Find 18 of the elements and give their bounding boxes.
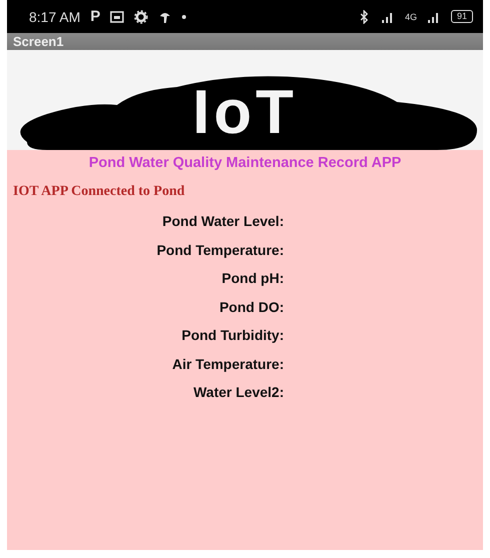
status-time: 8:17 AM — [29, 8, 80, 24]
app-heading: Pond Water Quality Maintenance Record APP — [88, 155, 402, 171]
network-type: 4G — [404, 12, 417, 22]
connection-status: IOT APP Connected to Pond — [13, 184, 185, 200]
reading-label: Pond DO: — [219, 298, 284, 316]
battery-level: 91 — [450, 10, 473, 23]
dot-icon — [182, 14, 186, 18]
reading-label: Pond Temperature: — [156, 240, 284, 260]
reading-label: Water Level2: — [193, 383, 284, 402]
logo-text: IoT — [192, 82, 298, 144]
reading-label: Pond Turbidity: — [182, 326, 284, 345]
app-letter: P — [90, 8, 100, 25]
gear-icon — [134, 10, 148, 24]
reading-label: Air Temperature: — [172, 354, 284, 374]
reading-label: Pond pH: — [222, 269, 284, 288]
screen-title: Screen1 — [7, 33, 483, 50]
reading-label: Pond Water Level: — [162, 212, 284, 231]
image-icon — [110, 10, 124, 24]
